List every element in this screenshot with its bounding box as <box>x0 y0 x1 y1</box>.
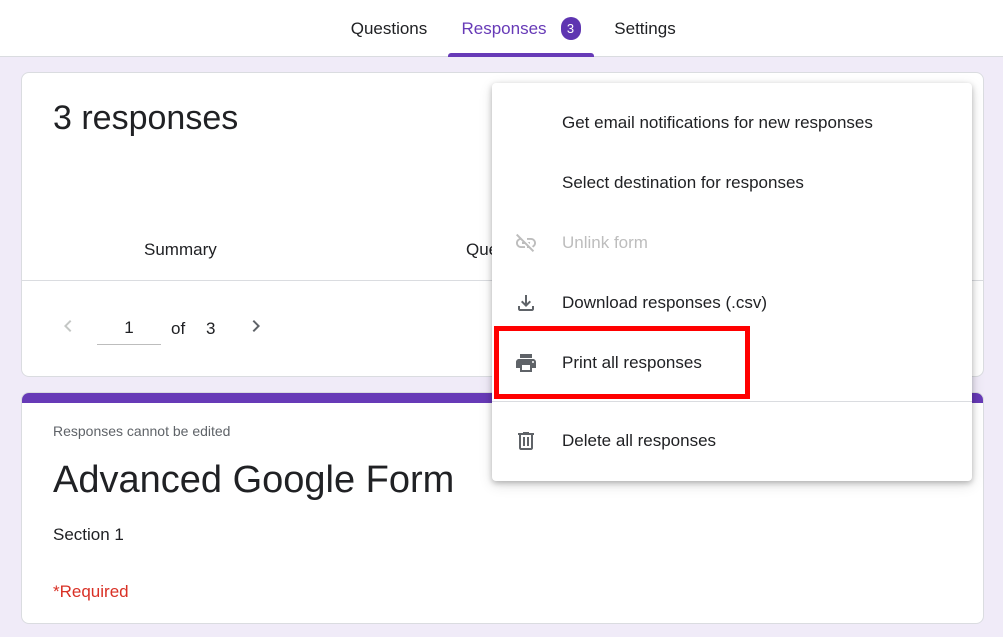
active-tab-indicator <box>448 53 594 57</box>
responses-cannot-edit-notice: Responses cannot be edited <box>53 423 231 439</box>
responses-count-badge: 3 <box>560 17 581 40</box>
menu-item-email-notifications[interactable]: Get email notifications for new response… <box>492 93 972 153</box>
responses-count-title: 3 responses <box>53 99 239 137</box>
tab-settings-label: Settings <box>614 18 676 38</box>
menu-item-label: Print all responses <box>562 353 702 372</box>
previous-page-button[interactable] <box>56 314 80 338</box>
next-page-button[interactable] <box>244 314 268 338</box>
tab-questions-label: Questions <box>350 18 428 38</box>
menu-item-delete-all-responses[interactable]: Delete all responses <box>492 411 972 471</box>
tab-responses-label: Responses <box>461 18 547 38</box>
link-off-icon <box>514 231 538 255</box>
tab-questions[interactable]: Questions <box>338 0 440 57</box>
chevron-left-icon <box>64 320 72 332</box>
menu-item-label: Download responses (.csv) <box>562 293 768 312</box>
section-label: Section 1 <box>53 525 124 544</box>
menu-item-label: Delete all responses <box>562 431 717 450</box>
trash-icon <box>514 429 538 453</box>
required-indicator: *Required <box>53 582 129 601</box>
responses-more-menu: Get email notifications for new response… <box>492 83 972 481</box>
subtab-summary[interactable]: Summary <box>144 240 217 260</box>
page-number-input[interactable] <box>97 311 161 345</box>
pager-total: 3 <box>206 319 216 338</box>
form-title: Advanced Google Form <box>53 459 455 501</box>
tab-responses[interactable]: Responses 3 <box>448 0 594 57</box>
chevron-right-icon <box>252 320 260 332</box>
menu-item-select-destination[interactable]: Select destination for responses <box>492 153 972 213</box>
menu-item-unlink-form: Unlink form <box>492 213 972 273</box>
top-tab-bar: Questions Responses 3 Settings <box>0 0 1003 57</box>
menu-divider <box>492 401 972 402</box>
menu-item-label: Get email notifications for new response… <box>562 113 873 132</box>
menu-item-label: Select destination for responses <box>562 173 804 192</box>
menu-item-download-csv[interactable]: Download responses (.csv) <box>492 273 972 333</box>
tab-settings[interactable]: Settings <box>602 0 688 57</box>
download-icon <box>514 291 538 315</box>
pager-of-label: of <box>171 319 186 338</box>
print-icon <box>514 351 538 375</box>
menu-item-print-all-responses[interactable]: Print all responses <box>492 333 972 393</box>
menu-item-label: Unlink form <box>562 233 648 252</box>
